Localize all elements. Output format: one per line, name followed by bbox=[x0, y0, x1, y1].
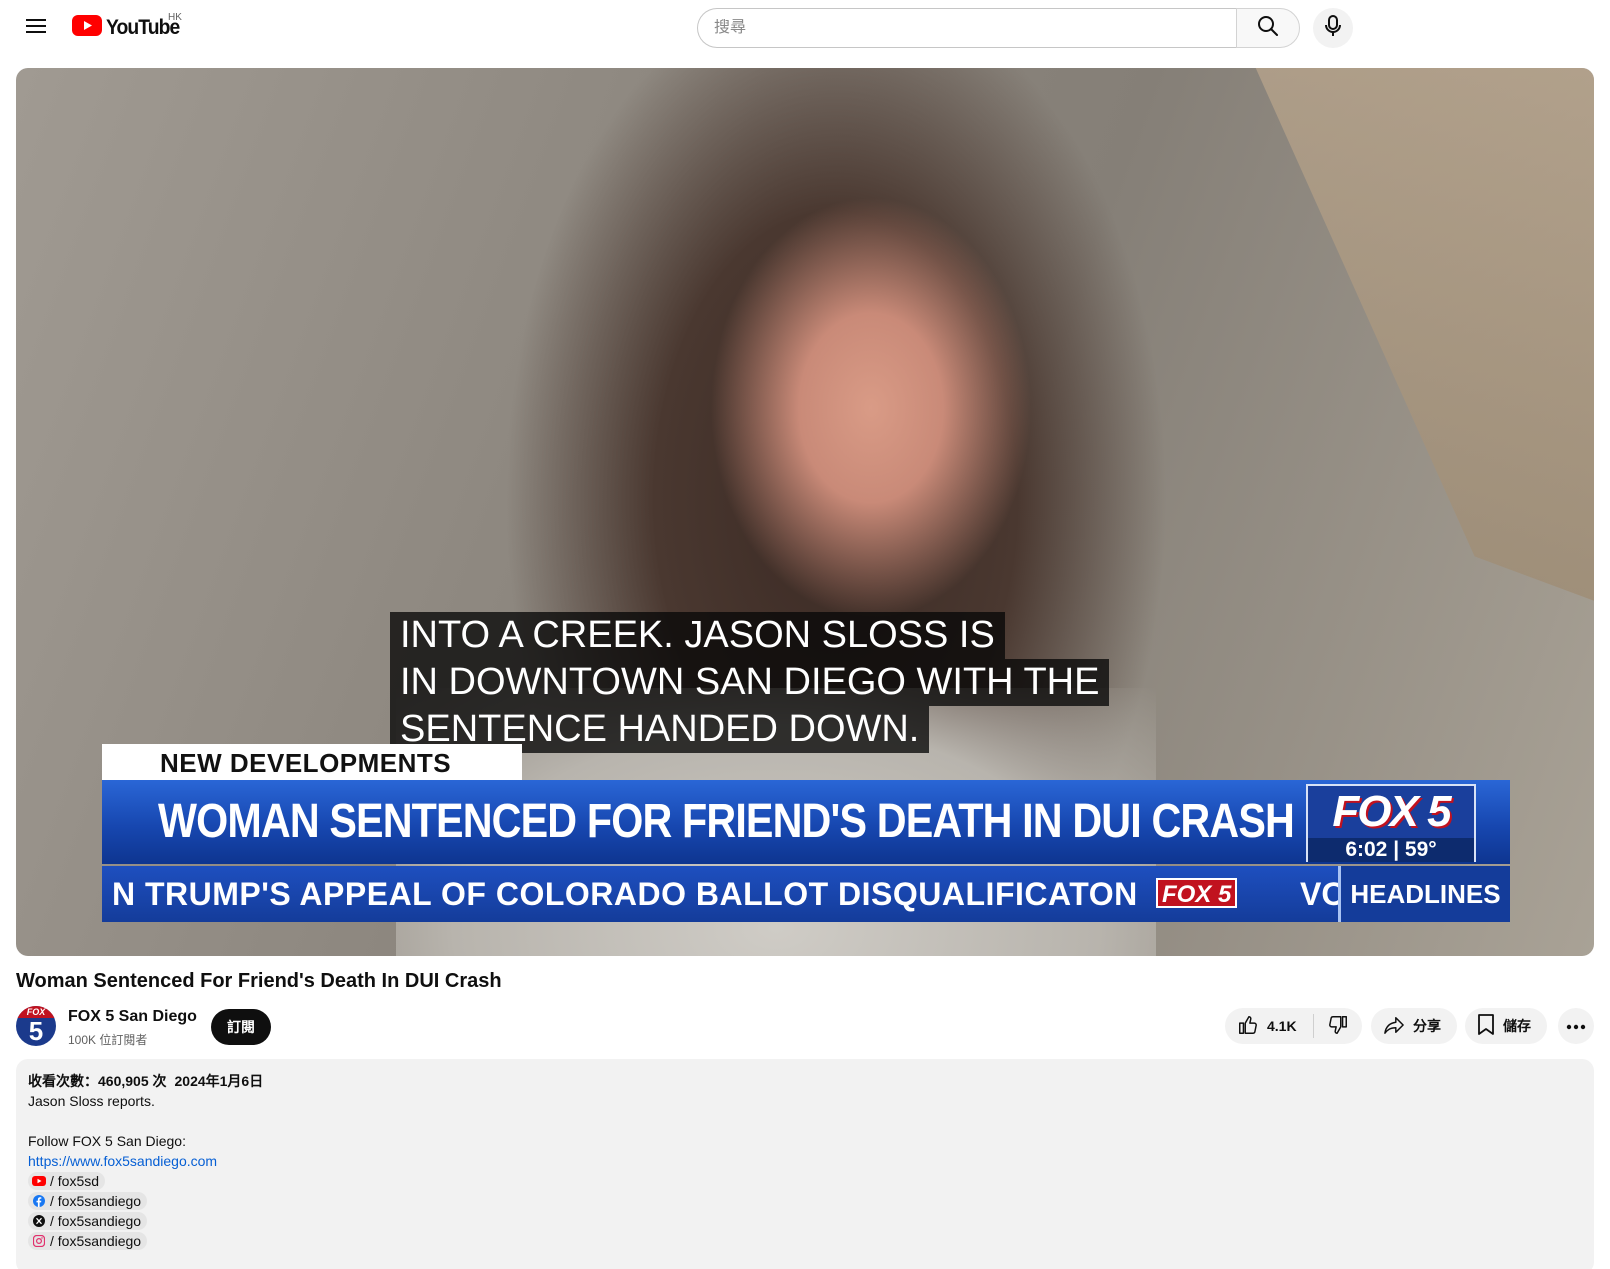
search-box[interactable] bbox=[697, 8, 1236, 48]
subscribe-button[interactable]: 訂閱 bbox=[211, 1009, 271, 1045]
website-link[interactable]: https://www.fox5sandiego.com bbox=[28, 1153, 217, 1169]
hamburger-icon bbox=[26, 18, 46, 39]
fox5-logo: FOX 5 bbox=[1332, 787, 1451, 836]
x-icon bbox=[32, 1214, 46, 1228]
masthead: YouTube HK bbox=[0, 0, 1610, 56]
caption-line: IN DOWNTOWN SAN DIEGO WITH THE bbox=[390, 659, 1110, 706]
youtube-icon bbox=[32, 1174, 46, 1188]
view-count: 收看次數：460,905 次 bbox=[28, 1073, 167, 1089]
guide-menu-button[interactable] bbox=[16, 8, 56, 48]
more-actions-button[interactable] bbox=[1558, 1008, 1594, 1044]
social-link-youtube[interactable]: / fox5sd bbox=[28, 1172, 106, 1190]
social-handle: / fox5sandiego bbox=[50, 1233, 142, 1249]
search-input[interactable] bbox=[714, 19, 1236, 37]
share-button[interactable]: 分享 bbox=[1371, 1008, 1457, 1044]
description-text bbox=[28, 1111, 1582, 1131]
upload-date: 2024年1月6日 bbox=[174, 1073, 264, 1089]
bookmark-icon bbox=[1477, 1013, 1495, 1039]
description-text: Follow FOX 5 San Diego: bbox=[28, 1133, 186, 1149]
description-text: Jason Sloss reports. bbox=[28, 1093, 155, 1109]
thumbs-up-icon bbox=[1237, 1014, 1259, 1039]
channel-avatar[interactable]: FOX 5 bbox=[16, 1006, 56, 1046]
thumbs-down-icon bbox=[1327, 1014, 1349, 1039]
search-button[interactable] bbox=[1236, 8, 1300, 48]
channel-name[interactable]: FOX 5 San Diego bbox=[68, 1008, 197, 1026]
social-handle: / fox5sandiego bbox=[50, 1193, 142, 1209]
fox5-station-badge: FOX 5 6:02 | 59° bbox=[1306, 784, 1476, 862]
lower-third-tag: NEW DEVELOPMENTS bbox=[102, 744, 522, 780]
ticker-fox5-logo: FOX 5 bbox=[1156, 878, 1238, 908]
social-handle: / fox5sandiego bbox=[50, 1213, 142, 1229]
time-temperature: 6:02 | 59° bbox=[1308, 838, 1474, 862]
video-player[interactable]: INTO A CREEK. JASON SLOSS IS IN DOWNTOWN… bbox=[16, 68, 1594, 956]
microphone-icon bbox=[1325, 14, 1341, 42]
save-button[interactable]: 儲存 bbox=[1465, 1008, 1547, 1044]
instagram-icon bbox=[32, 1234, 46, 1248]
save-label: 儲存 bbox=[1503, 1018, 1531, 1034]
dislike-button[interactable] bbox=[1314, 1008, 1362, 1044]
description-meta: 收看次數：460,905 次 2024年1月6日 bbox=[28, 1071, 1582, 1091]
youtube-play-icon bbox=[72, 15, 102, 41]
logo-region-code: HK bbox=[168, 12, 182, 23]
voice-search-button[interactable] bbox=[1313, 8, 1353, 48]
facebook-icon bbox=[32, 1194, 46, 1208]
more-horizontal-icon bbox=[1566, 1017, 1586, 1035]
search-icon bbox=[1257, 15, 1279, 42]
avatar-number: 5 bbox=[28, 1016, 44, 1046]
caption-window: INTO A CREEK. JASON SLOSS IS IN DOWNTOWN… bbox=[390, 612, 1110, 753]
ticker-text: N TRUMP'S APPEAL OF COLORADO BALLOT DISQ… bbox=[112, 876, 1138, 912]
like-dislike-group: 4.1K bbox=[1225, 1008, 1362, 1044]
description-box[interactable]: 收看次數：460,905 次 2024年1月6日 Jason Sloss repo… bbox=[16, 1059, 1594, 1269]
share-label: 分享 bbox=[1413, 1018, 1441, 1034]
share-icon bbox=[1383, 1015, 1405, 1038]
social-link-x[interactable]: / fox5sandiego bbox=[28, 1212, 148, 1230]
lower-third-headline: WOMAN SENTENCED FOR FRIEND'S DEATH IN DU… bbox=[158, 795, 1295, 848]
caption-line: INTO A CREEK. JASON SLOSS IS bbox=[390, 612, 1005, 659]
news-ticker: N TRUMP'S APPEAL OF COLORADO BALLOT DISQ… bbox=[102, 866, 1510, 922]
video-title: Woman Sentenced For Friend's Death In DU… bbox=[16, 970, 502, 992]
lower-third-headline-bar: WOMAN SENTENCED FOR FRIEND'S DEATH IN DU… bbox=[102, 780, 1510, 864]
social-handle: / fox5sd bbox=[50, 1173, 100, 1189]
like-count: 4.1K bbox=[1267, 1018, 1297, 1034]
like-button[interactable]: 4.1K bbox=[1225, 1008, 1313, 1044]
social-link-instagram[interactable]: / fox5sandiego bbox=[28, 1232, 148, 1250]
social-link-facebook[interactable]: / fox5sandiego bbox=[28, 1192, 148, 1210]
ticker-section-label: HEADLINES bbox=[1338, 866, 1510, 922]
subscriber-count: 100K 位訂閱者 bbox=[68, 1033, 148, 1047]
